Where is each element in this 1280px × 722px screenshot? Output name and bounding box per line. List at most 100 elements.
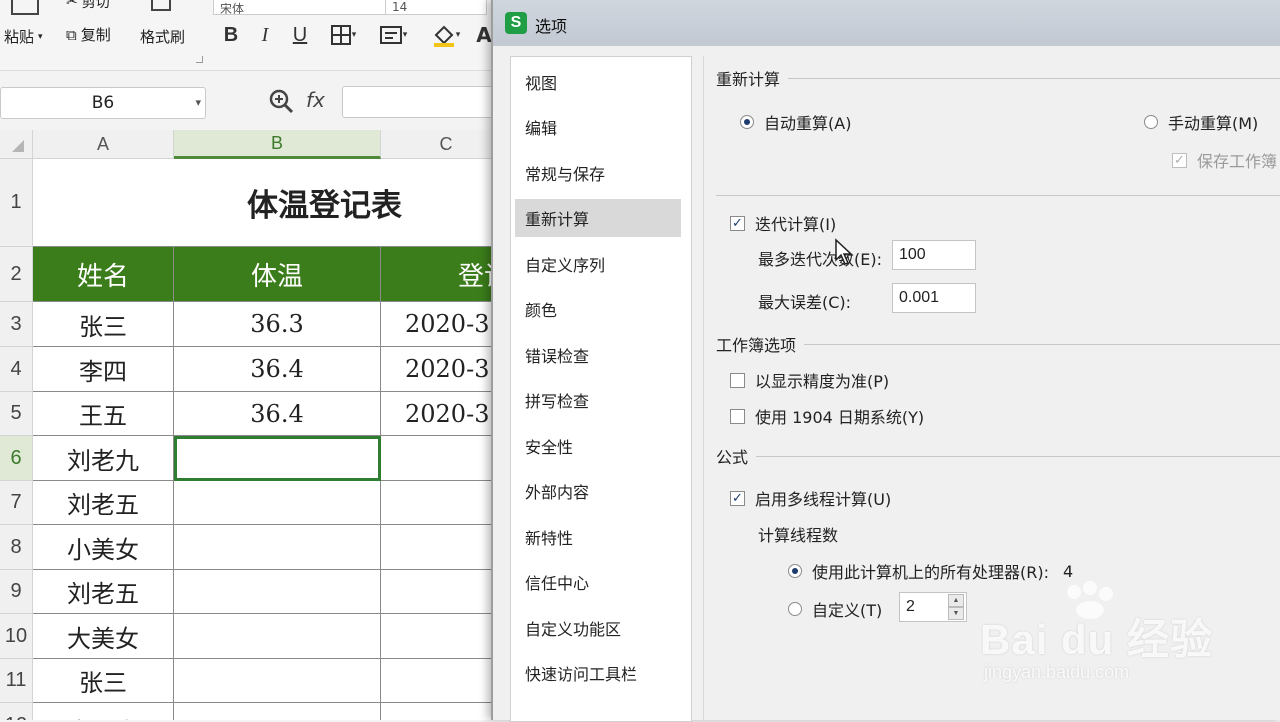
precision-as-displayed-checkbox[interactable]: 以显示精度为准(P): [730, 368, 889, 392]
nav-item-new-features[interactable]: 新特性: [515, 518, 681, 556]
iterative-calc-checkbox[interactable]: ✓ 迭代计算(I): [730, 211, 836, 235]
row-header[interactable]: 10: [0, 614, 33, 659]
fx-icon[interactable]: fx: [306, 88, 325, 112]
date-cell[interactable]: [381, 570, 500, 614]
name-cell[interactable]: 李四: [33, 347, 174, 392]
chevron-down-icon[interactable]: ▾: [195, 96, 201, 109]
temp-cell[interactable]: [174, 703, 381, 720]
auto-recalc-radio[interactable]: 自动重算(A): [740, 110, 851, 134]
nav-item-quick-access-toolbar[interactable]: 快速访问工具栏: [515, 654, 681, 692]
row-header[interactable]: 11: [0, 659, 33, 703]
name-cell[interactable]: 张三: [33, 659, 174, 703]
paste-button[interactable]: 粘贴 ▾: [4, 26, 43, 47]
name-cell[interactable]: 张三: [33, 302, 174, 347]
header-date-cell[interactable]: 登记: [381, 247, 500, 302]
temp-cell[interactable]: [174, 525, 381, 570]
use-all-processors-radio[interactable]: 使用此计算机上的所有处理器(R): 4: [788, 559, 1073, 583]
row-header[interactable]: 6: [0, 436, 33, 481]
sheet-title[interactable]: 体温登记表: [33, 159, 500, 247]
multithread-checkbox[interactable]: ✓ 启用多线程计算(U): [730, 486, 891, 510]
name-cell[interactable]: 刘老五: [33, 570, 174, 614]
temp-cell[interactable]: 36.3: [174, 302, 381, 347]
nav-item-external-content[interactable]: 外部内容: [515, 472, 681, 510]
nav-item-custom-lists[interactable]: 自定义序列: [515, 245, 681, 283]
row-header[interactable]: 9: [0, 570, 33, 614]
column-header-b[interactable]: B: [174, 130, 381, 159]
font-name-select[interactable]: 宋体: [213, 0, 387, 15]
row-header[interactable]: 4: [0, 347, 33, 392]
nav-item-color[interactable]: 颜色: [515, 290, 681, 328]
italic-icon[interactable]: I: [252, 22, 278, 48]
header-temp-cell[interactable]: 体温: [174, 247, 381, 302]
date-cell[interactable]: [381, 436, 500, 481]
select-all-corner[interactable]: [0, 130, 33, 159]
format-painter-icon[interactable]: [150, 0, 172, 14]
temp-cell[interactable]: [174, 570, 381, 614]
custom-threads-spinner[interactable]: 2 ▲ ▼: [899, 592, 967, 622]
row-header[interactable]: 2: [0, 247, 33, 302]
temp-cell[interactable]: [174, 659, 381, 703]
name-box[interactable]: B6 ▾: [0, 87, 206, 119]
date-cell[interactable]: [381, 525, 500, 570]
date-cell[interactable]: 2020-3: [381, 392, 500, 436]
name-cell[interactable]: 大漂亮: [33, 703, 174, 720]
date1904-checkbox[interactable]: 使用 1904 日期系统(Y): [730, 404, 924, 428]
temp-cell[interactable]: 36.4: [174, 347, 381, 392]
cut-button[interactable]: ✂ 剪切: [66, 0, 110, 12]
borders-icon[interactable]: ▾: [326, 22, 360, 48]
row-header[interactable]: 12: [0, 703, 33, 720]
nav-item-error-checking[interactable]: 错误检查: [515, 336, 681, 374]
nav-item-spelling[interactable]: 拼写检查: [515, 381, 681, 419]
name-cell[interactable]: 王五: [33, 392, 174, 436]
max-change-input[interactable]: 0.001: [892, 283, 976, 313]
nav-item-security[interactable]: 安全性: [515, 427, 681, 465]
temp-cell[interactable]: [174, 481, 381, 525]
nav-item-general-save[interactable]: 常规与保存: [515, 154, 681, 192]
temp-cell[interactable]: [174, 614, 381, 659]
nav-item-recalculation[interactable]: 重新计算: [515, 199, 681, 237]
zoom-search-icon[interactable]: [268, 88, 294, 118]
paste-icon[interactable]: [8, 0, 42, 16]
header-name-cell[interactable]: 姓名: [33, 247, 174, 302]
copy-button[interactable]: ⧉ 复制: [66, 24, 111, 45]
row-header[interactable]: 8: [0, 525, 33, 570]
custom-threads-radio[interactable]: 自定义(T): [788, 597, 882, 621]
max-iterations-input[interactable]: 100: [892, 240, 976, 270]
clipboard-launcher-icon[interactable]: [196, 56, 203, 63]
underline-icon[interactable]: U: [287, 22, 313, 48]
save-workbook-checkbox[interactable]: ✓ 保存工作簿: [1172, 148, 1277, 172]
active-cell-b6[interactable]: [174, 436, 381, 481]
name-cell[interactable]: 大美女: [33, 614, 174, 659]
date-cell[interactable]: [381, 703, 500, 720]
date-cell[interactable]: [381, 614, 500, 659]
fill-color-icon[interactable]: ▾: [426, 22, 466, 48]
spin-up-icon[interactable]: ▲: [948, 594, 964, 607]
nav-item-edit[interactable]: 编辑: [515, 108, 681, 146]
dialog-title-bar[interactable]: S 选项: [493, 0, 1280, 46]
nav-item-view[interactable]: 视图: [515, 63, 681, 101]
row-header[interactable]: 7: [0, 481, 33, 525]
date-cell[interactable]: [381, 659, 500, 703]
font-size-select[interactable]: 14: [385, 0, 487, 15]
date-cell[interactable]: 2020-3: [381, 302, 500, 347]
manual-recalc-radio[interactable]: 手动重算(M): [1144, 110, 1258, 134]
name-cell[interactable]: 小美女: [33, 525, 174, 570]
row-header[interactable]: 1: [0, 159, 33, 247]
row-header[interactable]: 5: [0, 392, 33, 436]
nav-item-customize-ribbon[interactable]: 自定义功能区: [515, 609, 681, 647]
formula-input[interactable]: [342, 86, 504, 118]
cell-style-icon[interactable]: ▾: [373, 22, 413, 48]
column-header-a[interactable]: A: [33, 130, 174, 159]
nav-item-trust-center[interactable]: 信任中心: [515, 563, 681, 601]
date-cell[interactable]: 2020-3: [381, 347, 500, 392]
bold-icon[interactable]: B: [218, 22, 244, 48]
column-header-c[interactable]: C: [381, 130, 500, 159]
name-cell[interactable]: 刘老九: [33, 436, 174, 481]
format-painter-button[interactable]: 格式刷: [140, 26, 185, 47]
spinner-arrows[interactable]: ▲ ▼: [948, 594, 964, 620]
date-cell[interactable]: [381, 481, 500, 525]
row-header[interactable]: 3: [0, 302, 33, 347]
spin-down-icon[interactable]: ▼: [948, 607, 964, 620]
name-cell[interactable]: 刘老五: [33, 481, 174, 525]
temp-cell[interactable]: 36.4: [174, 392, 381, 436]
